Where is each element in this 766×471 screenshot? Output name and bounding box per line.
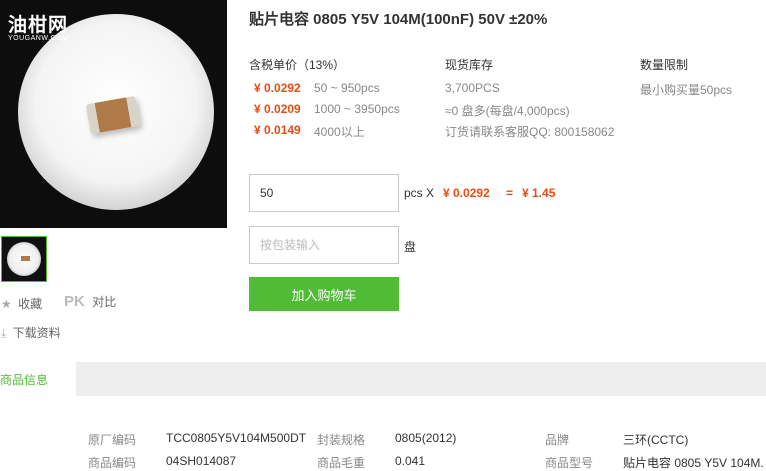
info-key: 商品型号 [545, 456, 594, 470]
brand-logo: 油柑网 [8, 15, 69, 36]
info-key: 商品毛重 [317, 456, 366, 470]
qty-unit-label: pcs X [404, 186, 435, 200]
tier-price-1: ¥ 0.0292 [254, 81, 301, 95]
info-key: 商品编码 [88, 456, 137, 470]
tab-product-info-label: 商品信息 [0, 373, 49, 387]
info-value: 三环(CCTC) [623, 433, 689, 447]
tier-price-2: ¥ 0.0209 [254, 102, 301, 116]
download-action[interactable]: ⤓ 下载资料 [1, 324, 61, 341]
package-input[interactable] [249, 226, 399, 264]
download-icon: ⤓ [1, 326, 7, 340]
tier-range-1: 50 ~ 950pcs [314, 81, 380, 95]
tab-bar [0, 362, 766, 396]
tier-range-2: 1000 ~ 3950pcs [314, 102, 400, 116]
info-value: 贴片电容 0805 Y5V 104M. [623, 456, 764, 470]
info-key: 原厂编码 [88, 433, 137, 447]
favorite-label: 收藏 [18, 297, 43, 311]
calc-unit-price: ¥ 0.0292 [443, 186, 490, 200]
price-header: 含税单价（13%） [249, 58, 346, 72]
product-main-image: 油柑网 YOUGANW.COM [0, 0, 227, 228]
product-title: 贴片电容 0805 Y5V 104M(100nF) 50V ±20% [249, 11, 548, 28]
quantity-input[interactable] [249, 174, 399, 212]
compare-label: 对比 [92, 295, 117, 309]
info-value: 0.041 [395, 454, 426, 468]
package-unit-label: 盘 [404, 240, 417, 254]
stock-header: 现货库存 [445, 58, 494, 72]
limit-header: 数量限制 [640, 58, 689, 72]
tier-range-3: 4000以上 [314, 125, 365, 139]
info-key: 封装规格 [317, 433, 366, 447]
info-key: 品牌 [545, 433, 570, 447]
product-thumbnail[interactable] [1, 236, 47, 282]
add-to-cart-button[interactable]: 加入购物车 [249, 277, 399, 311]
stock-contact: 订货请联系客服QQ: 800158062 [445, 125, 615, 139]
star-icon: ★ [1, 297, 12, 311]
stock-quantity: 3,700PCS [445, 81, 500, 95]
tier-price-3: ¥ 0.0149 [254, 123, 301, 137]
calc-total: ¥ 1.45 [522, 186, 556, 200]
stock-reels: ≈0 盘多(每盘/4,000pcs) [445, 104, 570, 118]
download-label: 下载资料 [12, 326, 61, 340]
calc-equals: = [506, 186, 514, 200]
favorite-action[interactable]: ★ 收藏 [1, 295, 42, 312]
compare-action[interactable]: PK 对比 [64, 293, 116, 310]
info-value: 0805(2012) [395, 431, 457, 445]
thumbnail-chip [21, 256, 30, 261]
info-value: 04SH014087 [166, 454, 237, 468]
info-value: TCC0805Y5V104M500DT [166, 431, 307, 445]
brand-logo-sub: YOUGANW.COM [8, 35, 69, 42]
pk-badge: PK [64, 293, 85, 310]
limit-text: 最小购买量50pcs [640, 83, 733, 97]
